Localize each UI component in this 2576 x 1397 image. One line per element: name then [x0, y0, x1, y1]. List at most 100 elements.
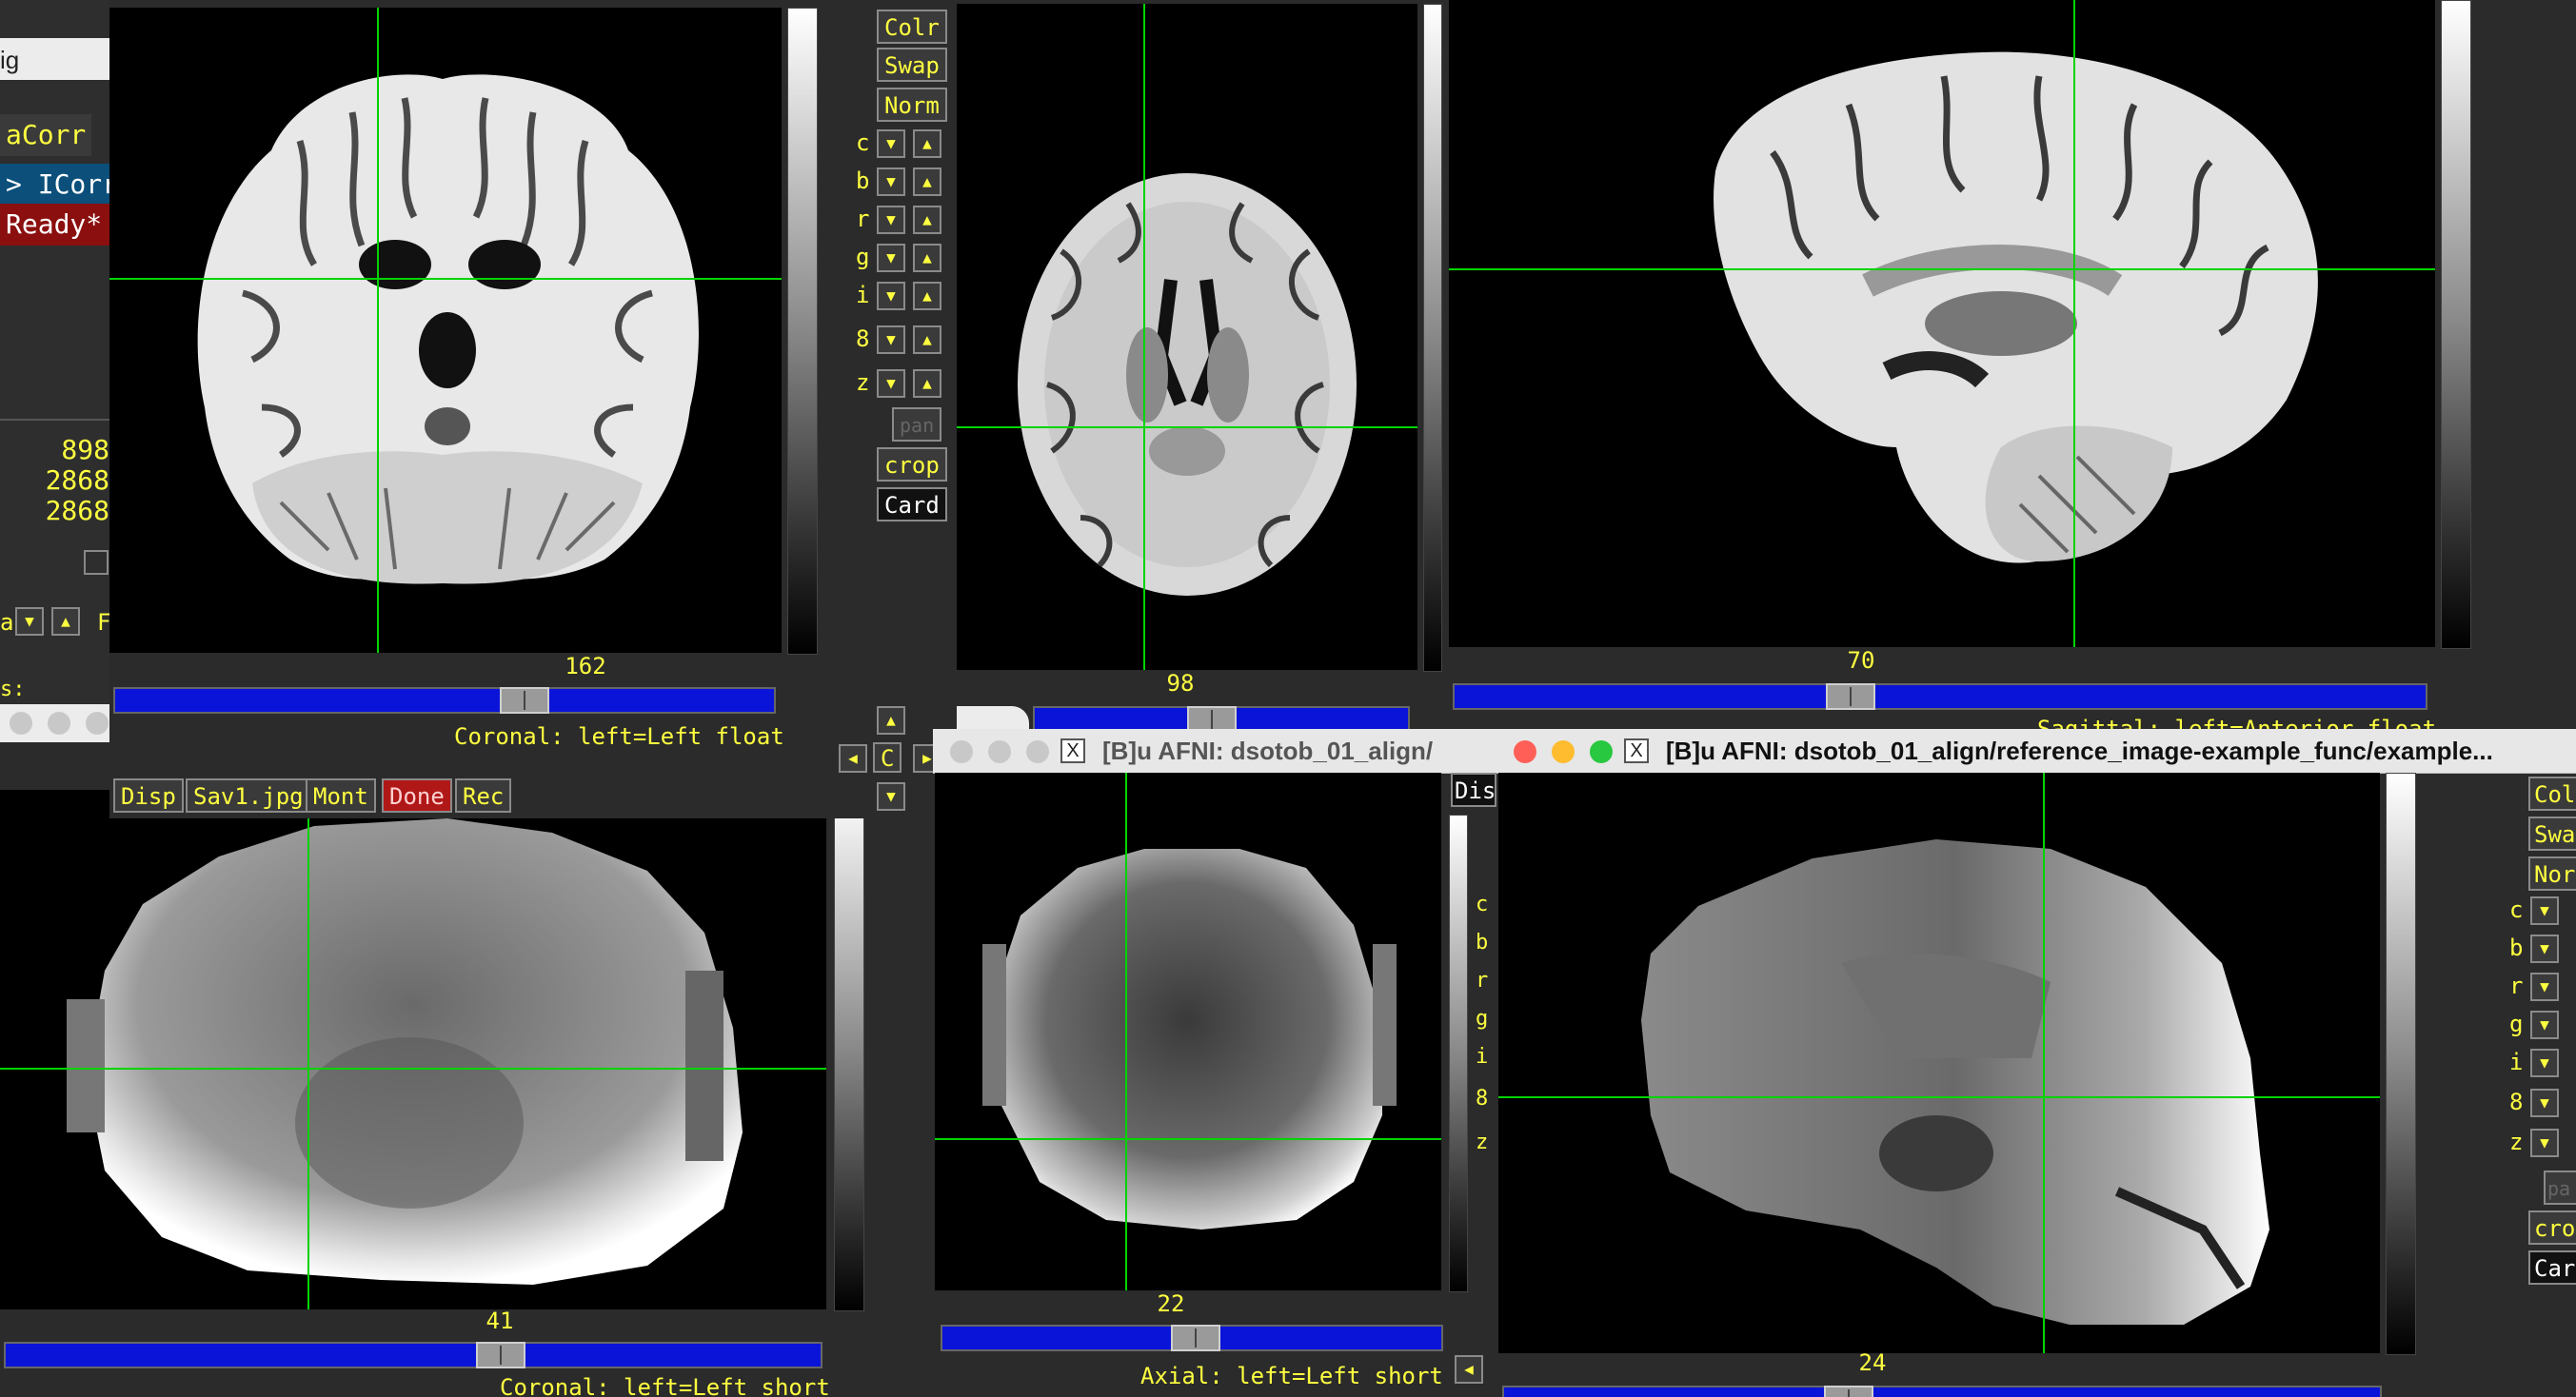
card-button[interactable]: Card	[877, 487, 947, 521]
left-control-panel: ig aCorr > ICorr Ready* 898 2868 2868 a …	[0, 0, 109, 742]
channel-label: g	[2509, 1011, 2524, 1037]
down-arrow-icon[interactable]: ▼	[877, 206, 905, 234]
slice-slider[interactable]	[941, 1325, 1443, 1351]
down-arrow-icon[interactable]: ▼	[877, 282, 905, 310]
up-arrow-icon[interactable]: ▲	[51, 607, 80, 636]
record-button[interactable]: Rec	[455, 778, 512, 813]
window-close-icon[interactable]	[1514, 740, 1536, 763]
slice-slider[interactable]	[4, 1342, 822, 1368]
up-arrow-icon[interactable]: ▲	[913, 244, 941, 272]
channel-label: 8	[856, 325, 870, 352]
crosshair-horizontal	[0, 1068, 826, 1070]
up-arrow-icon[interactable]: ▲	[913, 206, 941, 234]
window-zoom-icon[interactable]	[1026, 740, 1049, 763]
down-arrow-icon[interactable]: ▼	[2530, 973, 2559, 1001]
up-arrow-icon[interactable]: ▲	[877, 706, 905, 735]
axial-func-image[interactable]	[935, 773, 1441, 1290]
down-arrow-icon[interactable]: ▼	[877, 369, 905, 398]
down-arrow-icon[interactable]: ▼	[2530, 896, 2559, 925]
down-arrow-icon[interactable]: ▼	[15, 607, 44, 636]
crosshair-vertical	[307, 790, 309, 1309]
axial-anat-image[interactable]	[957, 4, 1417, 670]
axial-anat-window: 98	[947, 0, 1447, 742]
down-arrow-icon[interactable]: ▼	[877, 325, 905, 354]
crosshair-vertical	[1143, 4, 1145, 670]
icorr-button[interactable]: > ICorr	[0, 164, 109, 206]
pan-button[interactable]: pan	[892, 407, 942, 442]
window-minimize-icon[interactable]	[48, 712, 70, 735]
crosshair-vertical	[2073, 0, 2075, 647]
colr-button[interactable]: Col	[2528, 777, 2576, 811]
up-arrow-icon[interactable]: ▲	[913, 167, 941, 196]
left-arrow-icon[interactable]: ◀	[839, 744, 867, 773]
window-minimize-icon[interactable]	[1552, 740, 1575, 763]
axial-func-window: X [B]u AFNI: dsotob_01_align/ Dis c b r …	[933, 729, 1496, 1397]
slider-thumb[interactable]	[500, 687, 549, 714]
window-zoom-icon[interactable]	[1590, 740, 1613, 763]
pan-button[interactable]: pa	[2544, 1171, 2576, 1205]
swap-button[interactable]: Swap	[877, 48, 947, 82]
card-button[interactable]: Car	[2528, 1250, 2576, 1285]
disp-button[interactable]: Dis	[1451, 773, 1496, 807]
crosshair-vertical	[377, 8, 379, 653]
slice-slider[interactable]	[1502, 1386, 2382, 1397]
slider-thumb[interactable]	[476, 1342, 525, 1368]
crop-button[interactable]: crop	[877, 447, 947, 482]
window-minimize-icon[interactable]	[988, 740, 1011, 763]
channel-label: c	[2509, 896, 2524, 923]
down-arrow-icon[interactable]: ▼	[2530, 1089, 2559, 1117]
up-arrow-icon[interactable]: ▲	[913, 129, 941, 158]
channel-label: b	[2509, 935, 2524, 961]
color-scale-bar	[834, 790, 864, 1311]
swap-button[interactable]: Swa	[2528, 817, 2576, 851]
window-close-icon[interactable]	[950, 740, 973, 763]
inst-corr-label: aCorr	[0, 114, 92, 156]
disp-button[interactable]: Disp	[113, 778, 184, 813]
norm-button[interactable]: Nor	[2528, 856, 2576, 891]
up-arrow-icon[interactable]: ▲	[913, 325, 941, 354]
done-button[interactable]: Done	[382, 778, 452, 813]
up-arrow-icon[interactable]: ▲	[913, 282, 941, 310]
crosshair-horizontal	[935, 1138, 1441, 1140]
up-arrow-icon[interactable]: ▲	[913, 369, 941, 398]
channel-label: z	[2509, 1129, 2524, 1155]
down-arrow-icon[interactable]: ▼	[877, 129, 905, 158]
crop-button[interactable]: cro	[2528, 1210, 2576, 1245]
channel-label: r	[1476, 969, 1489, 993]
down-arrow-icon[interactable]: ▼	[2530, 935, 2559, 963]
color-scale-bar	[2441, 0, 2471, 649]
sagittal-anat-image[interactable]	[1449, 0, 2435, 647]
down-arrow-icon[interactable]: ▼	[877, 244, 905, 272]
window-close-icon[interactable]	[10, 712, 32, 735]
left-panel-bottom-fragment: s:	[0, 678, 26, 701]
slice-slider[interactable]	[113, 687, 776, 714]
slice-number: 162	[565, 653, 606, 679]
slider-thumb[interactable]	[1171, 1325, 1220, 1351]
checkbox[interactable]	[84, 550, 109, 575]
down-arrow-icon[interactable]: ▼	[2530, 1011, 2559, 1039]
coronal-anat-image[interactable]	[109, 8, 782, 653]
colr-button[interactable]: Colr	[877, 10, 947, 44]
norm-button[interactable]: Norm	[877, 88, 947, 122]
slider-thumb[interactable]	[1824, 1386, 1873, 1397]
down-arrow-icon[interactable]: ▼	[877, 782, 905, 811]
color-scale-bar	[2386, 773, 2416, 1355]
slice-slider[interactable]	[1453, 683, 2427, 710]
crosshair-vertical	[2043, 773, 2045, 1353]
slider-thumb[interactable]	[1826, 683, 1875, 710]
coronal-anat-window: 162 Coronal: left=Left float Disp Sav1.j…	[109, 0, 947, 818]
channel-label: b	[1476, 931, 1489, 954]
down-arrow-icon[interactable]: ▼	[2530, 1049, 2559, 1077]
left-arrow-icon[interactable]: ◀	[1455, 1355, 1483, 1384]
ready-status: Ready*	[0, 204, 109, 246]
down-arrow-icon[interactable]: ▼	[2530, 1129, 2559, 1157]
save-jpg-button[interactable]: Sav1.jpg	[186, 778, 311, 813]
coronal-func-image[interactable]	[0, 790, 826, 1309]
x11-icon: X	[1624, 738, 1649, 763]
center-button[interactable]: C	[873, 742, 902, 773]
sagittal-func-image[interactable]	[1498, 773, 2380, 1353]
down-arrow-icon[interactable]: ▼	[877, 167, 905, 196]
montage-button[interactable]: Mont	[306, 778, 376, 813]
window-zoom-icon[interactable]	[86, 712, 109, 735]
value-readout: 2868	[45, 464, 109, 496]
